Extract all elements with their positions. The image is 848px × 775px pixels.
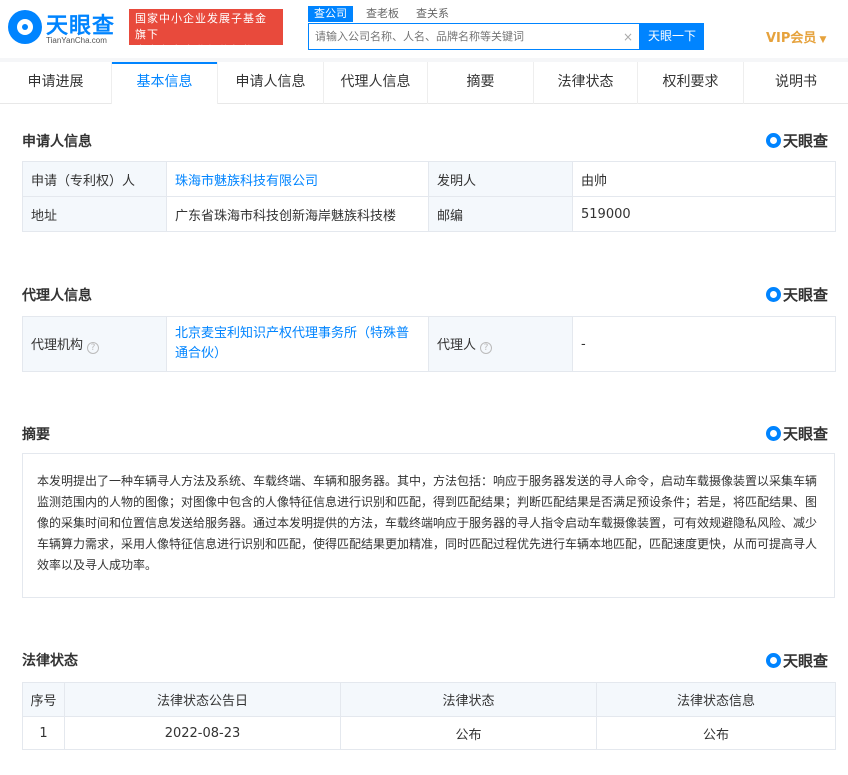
watermark-text: 天眼查 [783, 286, 829, 304]
legal-status-table: 序号 法律状态公告日 法律状态 法律状态信息 1 2022-08-23 公布 公… [22, 682, 836, 750]
tab-claims[interactable]: 权利要求 [638, 62, 744, 104]
label-agent: 代理人? [428, 316, 573, 372]
top-header: 天眼查 TianYanCha.com 国家中小企业发展子基金旗下 官方备案企业征… [0, 0, 848, 58]
tab-abstract[interactable]: 摘要 [428, 62, 534, 104]
column-header-status: 法律状态 [340, 682, 597, 717]
official-badge[interactable]: 国家中小企业发展子基金旗下 官方备案企业征信机构 [129, 9, 283, 57]
value-address: 广东省珠海市科技创新海岸魅族科技楼 [166, 196, 429, 232]
table-row: 1 2022-08-23 公布 公布 [22, 716, 836, 750]
watermark-text: 天眼查 [783, 652, 829, 670]
vip-menu[interactable]: VIP会员 ▼ [766, 27, 826, 46]
tianyancha-watermark: 天眼查 [766, 130, 828, 151]
applicant-link[interactable]: 珠海市魅族科技有限公司 [166, 161, 429, 197]
label-applicant: 申请（专利权）人 [22, 161, 167, 197]
main-content: 申请人信息 天眼查 申请（专利权）人 珠海市魅族科技有限公司 发明人 由帅 地址… [0, 104, 848, 775]
badge-line-1: 国家中小企业发展子基金旗下 [135, 12, 267, 41]
label-inventor: 发明人 [428, 161, 573, 197]
cell-date: 2022-08-23 [64, 716, 341, 750]
tab-agent-info[interactable]: 代理人信息 [324, 62, 428, 104]
tianyancha-watermark: 天眼查 [766, 423, 828, 444]
logo-subtitle: TianYanCha.com [46, 36, 107, 45]
watermark-text: 天眼查 [783, 425, 829, 443]
tab-description[interactable]: 说明书 [744, 62, 848, 104]
agent-table: 代理机构? 北京麦宝利知识产权代理事务所（特殊普通合伙） 代理人? - [22, 316, 836, 372]
watermark-eye-icon [766, 133, 781, 148]
search-box: × [308, 23, 640, 50]
section-title-applicant: 申请人信息 [22, 134, 92, 150]
watermark-eye-icon [766, 287, 781, 302]
abstract-text: 本发明提出了一种车辆寻人方法及系统、车载终端、车辆和服务器。其中，方法包括：响应… [22, 453, 835, 598]
cell-status: 公布 [340, 716, 597, 750]
search-button[interactable]: 天眼一下 [640, 23, 704, 50]
value-inventor: 由帅 [572, 161, 836, 197]
watermark-text: 天眼查 [783, 132, 829, 150]
help-icon[interactable]: ? [87, 342, 100, 354]
column-header-info: 法律状态信息 [596, 682, 836, 717]
tab-legal-status[interactable]: 法律状态 [534, 62, 638, 104]
tianyancha-watermark: 天眼查 [766, 650, 828, 671]
value-agent: - [572, 316, 836, 372]
tab-basic-info[interactable]: 基本信息 [112, 62, 218, 104]
section-title-legal-status: 法律状态 [22, 653, 78, 669]
label-postcode: 邮编 [428, 196, 573, 232]
watermark-eye-icon [766, 426, 781, 441]
label-agency-text: 代理机构 [31, 338, 84, 353]
label-agency: 代理机构? [22, 316, 167, 372]
caret-down-icon: ▼ [819, 35, 827, 45]
clear-icon[interactable]: × [623, 29, 633, 45]
tianyancha-logo[interactable]: 天眼查 TianYanCha.com [8, 8, 126, 48]
vip-label: VIP会员 [766, 31, 817, 46]
label-address: 地址 [22, 196, 167, 232]
label-agent-text: 代理人 [437, 338, 477, 353]
cell-no: 1 [22, 716, 65, 750]
section-title-agent: 代理人信息 [22, 288, 92, 304]
applicant-table: 申请（专利权）人 珠海市魅族科技有限公司 发明人 由帅 地址 广东省珠海市科技创… [22, 161, 836, 232]
agency-link[interactable]: 北京麦宝利知识产权代理事务所（特殊普通合伙） [166, 316, 429, 372]
search-tab-relation[interactable]: 查关系 [410, 6, 455, 22]
logo-eye-icon [8, 10, 42, 44]
cell-info: 公布 [596, 716, 836, 750]
badge-line-2: 官方备案企业征信机构 [135, 44, 255, 57]
tianyancha-watermark: 天眼查 [766, 284, 828, 305]
tab-application-progress[interactable]: 申请进展 [0, 62, 112, 104]
value-postcode: 519000 [572, 196, 836, 232]
column-header-date: 法律状态公告日 [64, 682, 341, 717]
watermark-eye-icon [766, 653, 781, 668]
help-icon[interactable]: ? [480, 342, 493, 354]
column-header-no: 序号 [22, 682, 65, 717]
detail-nav-tabs: 申请进展 基本信息 申请人信息 代理人信息 摘要 法律状态 权利要求 说明书 [0, 62, 848, 104]
section-title-abstract: 摘要 [22, 427, 50, 443]
tab-applicant-info[interactable]: 申请人信息 [218, 62, 324, 104]
search-tab-company[interactable]: 查公司 [308, 6, 353, 22]
search-tab-boss[interactable]: 查老板 [360, 6, 405, 22]
search-input[interactable] [315, 27, 615, 46]
